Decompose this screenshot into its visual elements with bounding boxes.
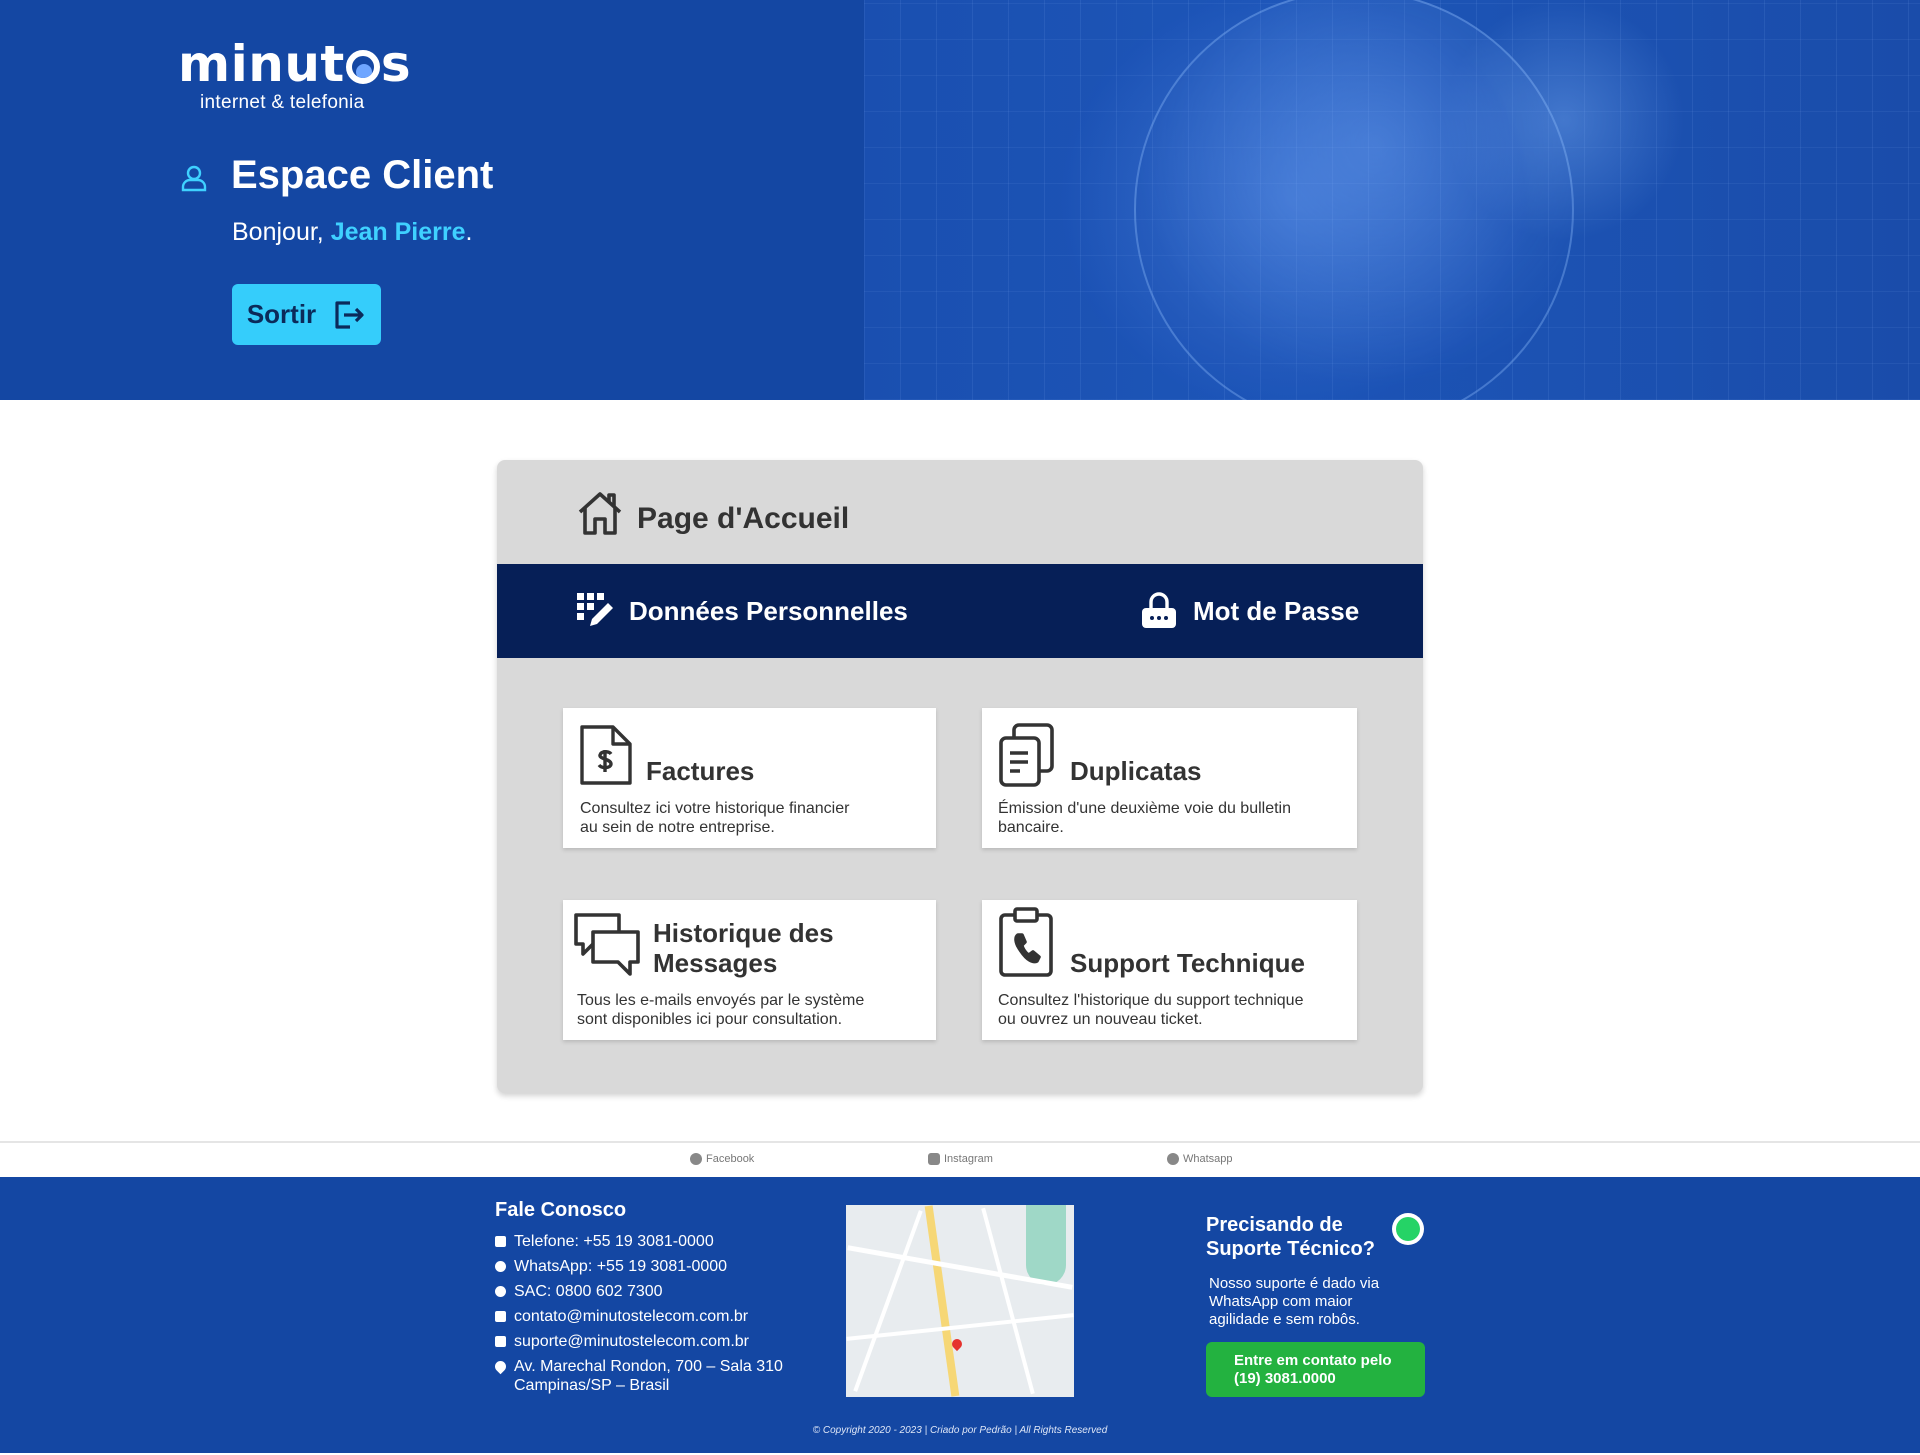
whatsapp-contact-button[interactable]: Entre em contato pelo (19) 3081.0000 [1206,1342,1425,1397]
logo-wordmark: minut s [178,35,412,93]
globe-background-image [864,0,1920,400]
logout-icon [335,300,364,329]
greeting-prefix: Bonjour, [232,218,324,246]
card-duplicates-desc: Émission d'une deuxième voie du bulletin… [998,800,1292,836]
phone-icon [495,1236,506,1247]
clipboard-phone-icon [999,907,1053,977]
user-icon [181,165,207,192]
contact-email[interactable]: contato@minutostelecom.com.br [495,1307,783,1326]
header-banner: minut s internet & telefonia Espace Clien… [0,0,1920,400]
support-title: Precisando de Suporte Técnico? [1206,1214,1375,1260]
card-message-history-title: Historique des Messages [653,918,834,978]
lock-password-icon [1142,592,1176,628]
social-links-bar: Facebook Instagram Whatsapp [0,1141,1920,1177]
brand-logo[interactable]: minut s internet & telefonia [178,38,411,114]
user-name: Jean Pierre [330,218,466,246]
envelope-icon [495,1311,506,1322]
contact-phone[interactable]: Telefone: +55 19 3081-0000 [495,1232,783,1251]
card-tech-support-title: Support Technique [1070,948,1305,978]
contact-address: Av. Marechal Rondon, 700 – Sala 310 Campi… [492,1357,783,1395]
card-duplicates-title: Duplicatas [1070,756,1202,786]
chat-bubbles-icon [574,913,640,976]
whatsapp-link[interactable]: Whatsapp [1167,1153,1233,1165]
copyright: © Copyright 2020 - 2023 | Criado por Ped… [812,1425,1108,1436]
footer: Fale Conosco Telefone: +55 19 3081-0000 … [0,1177,1920,1453]
card-invoices-title: Factures [646,756,755,786]
support-chat-icon [495,1336,506,1347]
greeting: Bonjour, Jean Pierre. [232,218,472,247]
footer-contact: Fale Conosco Telefone: +55 19 3081-0000 … [492,1199,783,1401]
card-tech-support-desc: Consultez l'historique du support techni… [998,992,1304,1028]
whatsapp-icon [1167,1153,1179,1165]
nav-personal-data[interactable]: Données Personnelles [575,564,908,658]
home-label: Page d'Accueil [637,502,850,535]
logout-label: Sortir [246,299,317,329]
headset-icon [495,1286,506,1297]
card-tech-support[interactable]: Support Technique Consultez l'historique… [982,900,1357,1040]
location-map[interactable] [846,1205,1074,1397]
home-icon [578,492,622,535]
contact-whatsapp[interactable]: WhatsApp: +55 19 3081-0000 [495,1257,783,1276]
page-title: Espace Client [231,153,494,197]
instagram-icon [928,1153,940,1165]
account-nav: Données Personnelles Mot de Passe [497,564,1423,658]
support-email[interactable]: suporte@minutostelecom.com.br [495,1332,783,1351]
instagram-link[interactable]: Instagram [928,1153,993,1165]
greeting-suffix: . [465,218,473,246]
card-duplicates[interactable]: Duplicatas Émission d'une deuxième voie … [982,708,1357,848]
logout-button[interactable]: Sortir [232,284,381,345]
nav-personal-data-label: Données Personnelles [629,595,908,626]
whatsapp-icon [495,1261,506,1272]
nav-password[interactable]: Mot de Passe [1139,564,1359,658]
support-text: Nosso suporte é dado via WhatsApp com ma… [1209,1275,1380,1328]
card-invoices-desc: Consultez ici votre historique financier… [580,800,850,836]
facebook-link[interactable]: Facebook [690,1153,754,1165]
duplicate-docs-icon [999,723,1054,787]
whatsapp-logo-icon [1392,1213,1424,1245]
card-invoices[interactable]: Factures Consultez ici votre historique … [563,708,936,848]
home-link[interactable]: Page d'Accueil [575,488,849,538]
invoice-dollar-icon [580,725,632,785]
facebook-icon [690,1153,702,1165]
contact-title: Fale Conosco [495,1199,627,1221]
card-message-history-desc: Tous les e-mails envoyés par le système … [577,992,865,1028]
client-dashboard-panel: Page d'Accueil Données Personnelles Mot … [497,460,1423,1093]
nav-password-label: Mot de Passe [1193,595,1360,626]
map-pin-icon [492,1358,509,1375]
contact-sac[interactable]: SAC: 0800 602 7300 [495,1282,783,1301]
card-message-history[interactable]: Historique des Messages Tous les e-mails… [563,900,936,1040]
logo-tagline: internet & telefonia [200,92,365,113]
support-cta: Precisando de Suporte Técnico? Nosso sup… [1206,1213,1426,1329]
grid-edit-icon [577,593,613,626]
